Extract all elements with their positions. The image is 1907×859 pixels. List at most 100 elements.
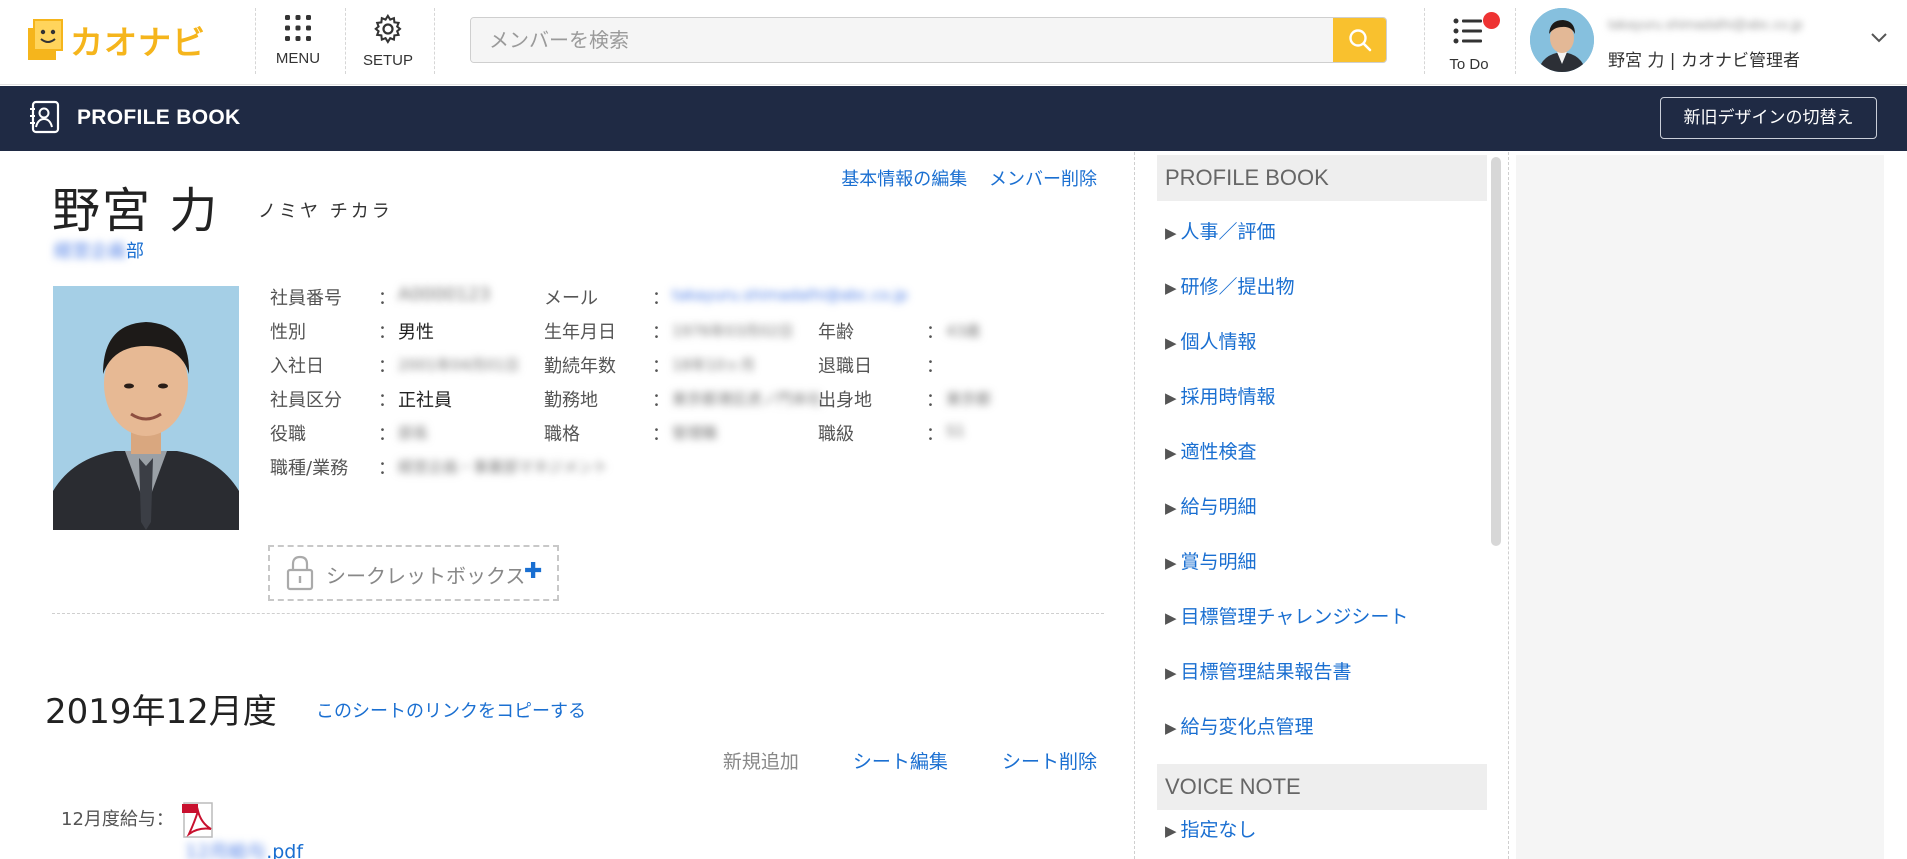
job-level-value: S1 xyxy=(946,422,966,440)
member-search xyxy=(470,17,1387,63)
delete-member-link[interactable]: メンバー削除 xyxy=(989,169,1097,190)
field-label: 勤務地 xyxy=(544,390,598,411)
sidebar-item-hr-evaluation[interactable]: ▶ 人事／評価 xyxy=(1157,205,1487,260)
column-divider xyxy=(1508,152,1509,859)
todo-button[interactable]: To Do xyxy=(1441,12,1500,74)
sidebar-item-label: 賞与明細 xyxy=(1180,551,1257,573)
sheet-actions: 新規追加 シート編集 シート削除 xyxy=(675,747,1097,774)
profile-card-icon xyxy=(30,100,60,134)
menu-button[interactable]: MENU xyxy=(262,14,334,72)
sidebar-scrollbar[interactable] xyxy=(1491,157,1501,546)
triangle-right-icon: ▶ xyxy=(1165,279,1177,297)
field-label: メール xyxy=(544,288,598,309)
field-label: 入社日 xyxy=(270,356,324,377)
sidebar-item-goal-report[interactable]: ▶ 目標管理結果報告書 xyxy=(1157,645,1487,700)
field-colon: ： xyxy=(378,390,396,411)
sidebar-item-bonus[interactable]: ▶ 賞与明細 xyxy=(1157,535,1487,590)
triangle-right-icon: ▶ xyxy=(1165,609,1177,627)
kaonavi-logo[interactable]: カオナビ xyxy=(26,18,206,62)
todo-label: To Do xyxy=(1449,56,1489,73)
employment-type-value: 正社員 xyxy=(398,390,452,411)
design-switch-button[interactable]: 新旧デザインの切替え xyxy=(1660,97,1877,139)
edit-basic-info-link[interactable]: 基本情報の編集 xyxy=(841,169,967,190)
field-label: 役職 xyxy=(270,424,306,445)
sidebar-item-label: 人事／評価 xyxy=(1180,221,1276,243)
voice-item-label: 指定なし xyxy=(1180,819,1257,841)
profile-main: 野宮 力 ノミヤ チカラ 基本情報の編集 メンバー削除 経営企画部 社員番号 ：… xyxy=(0,151,1130,859)
voice-item-unspecified[interactable]: ▶ 指定なし xyxy=(1157,810,1487,850)
triangle-right-icon: ▶ xyxy=(1165,334,1177,352)
add-new-label[interactable]: 新規追加 xyxy=(723,751,799,773)
field-colon: ： xyxy=(926,356,944,377)
triangle-right-icon: ▶ xyxy=(1165,719,1177,737)
field-label: 出身地 xyxy=(818,390,872,411)
setup-label: SETUP xyxy=(362,52,413,69)
search-button[interactable] xyxy=(1333,18,1386,62)
sidebar-item-label: 給与明細 xyxy=(1180,496,1257,518)
header-divider xyxy=(434,8,435,74)
field-label: 職格 xyxy=(544,424,580,445)
triangle-right-icon: ▶ xyxy=(1165,389,1177,407)
department-link[interactable]: 経営企画部 xyxy=(54,237,144,263)
field-label: 生年月日 xyxy=(544,322,616,343)
user-email: takayuru.shimadalhi@abc.co.jp xyxy=(1608,16,1803,32)
field-colon: ： xyxy=(378,288,396,309)
years-of-service-value: 18年10ヶ月 xyxy=(672,356,756,374)
sidebar-item-training[interactable]: ▶ 研修／提出物 xyxy=(1157,260,1487,315)
triangle-right-icon: ▶ xyxy=(1165,224,1177,242)
field-colon: ： xyxy=(652,322,670,343)
field-label: 勤続年数 xyxy=(544,356,616,377)
field-colon: ： xyxy=(926,424,944,445)
logo-text: カオナビ xyxy=(70,23,206,62)
pdf-file-icon[interactable] xyxy=(181,801,217,839)
field-colon: ： xyxy=(378,356,396,377)
delete-sheet-link[interactable]: シート削除 xyxy=(1002,751,1097,773)
header-divider xyxy=(1515,8,1516,74)
sidebar-item-aptitude[interactable]: ▶ 適性検査 xyxy=(1157,425,1487,480)
employee-number-value: A0000123 xyxy=(398,284,491,305)
sidebar-item-payslip[interactable]: ▶ 給与明細 xyxy=(1157,480,1487,535)
field-label: 性別 xyxy=(270,322,306,343)
secret-box-button[interactable]: シークレットボックス ✚ xyxy=(268,545,559,601)
chevron-down-icon xyxy=(1871,33,1887,43)
sidebar-item-personal-info[interactable]: ▶ 個人情報 xyxy=(1157,315,1487,370)
user-menu[interactable]: takayuru.shimadalhi@abc.co.jp 野宮 力 | カオナ… xyxy=(1528,8,1898,74)
sidebar-item-label: 研修／提出物 xyxy=(1180,276,1295,298)
pdf-file-link[interactable]: 12月給与.pdf xyxy=(185,837,303,859)
sidebar-item-label: 適性検査 xyxy=(1180,441,1257,463)
sheet-title: 2019年12月度 xyxy=(45,692,277,732)
notification-dot xyxy=(1483,12,1500,29)
search-icon xyxy=(1348,29,1371,52)
profile-book-bar: PROFILE BOOK 新旧デザインの切替え xyxy=(0,86,1907,151)
field-colon: ： xyxy=(926,390,944,411)
header-divider xyxy=(255,8,256,74)
logo-face-icon xyxy=(28,19,63,60)
department-suffix: 部 xyxy=(126,241,144,262)
setup-button[interactable]: SETUP xyxy=(352,13,424,72)
sidebar-item-salary-change[interactable]: ▶ 給与変化点管理 xyxy=(1157,700,1487,755)
field-colon: ： xyxy=(926,322,944,343)
sidebar-item-recruitment[interactable]: ▶ 採用時情報 xyxy=(1157,370,1487,425)
grid-menu-icon xyxy=(285,15,311,41)
section-divider xyxy=(52,613,1104,614)
copy-sheet-link[interactable]: このシートのリンクをコピーする xyxy=(316,697,586,723)
plus-icon: ✚ xyxy=(524,559,543,584)
header-divider xyxy=(345,8,346,74)
field-colon: ： xyxy=(652,356,670,377)
triangle-right-icon: ▶ xyxy=(1165,822,1177,840)
join-date-value: 2001年04月01日 xyxy=(398,356,520,374)
birthplace-value: 東京都 xyxy=(946,390,992,408)
sheet-navigation: PROFILE BOOK ▶ 人事／評価 ▶ 研修／提出物 ▶ 個人情報 ▶ 採用時情報… xyxy=(1157,155,1487,859)
email-link[interactable]: takayuru.shimadalhi@abc.co.jp xyxy=(672,286,908,304)
profile-book-heading: PROFILE BOOK xyxy=(1157,155,1487,201)
member-photo xyxy=(53,286,239,530)
edit-sheet-link[interactable]: シート編集 xyxy=(853,751,948,773)
department-name: 経営企画 xyxy=(54,241,126,262)
voice-note-heading: VOICE NOTE xyxy=(1157,764,1487,810)
sidebar-item-label: 個人情報 xyxy=(1180,331,1257,353)
header-divider xyxy=(1424,8,1425,74)
member-search-input[interactable] xyxy=(471,18,1333,62)
sidebar-item-goal-sheet[interactable]: ▶ 目標管理チャレンジシート xyxy=(1157,590,1487,645)
work-location-value: 東京都港区虎ノ門本社 xyxy=(672,390,823,408)
sidebar-item-label: 給与変化点管理 xyxy=(1180,716,1314,738)
